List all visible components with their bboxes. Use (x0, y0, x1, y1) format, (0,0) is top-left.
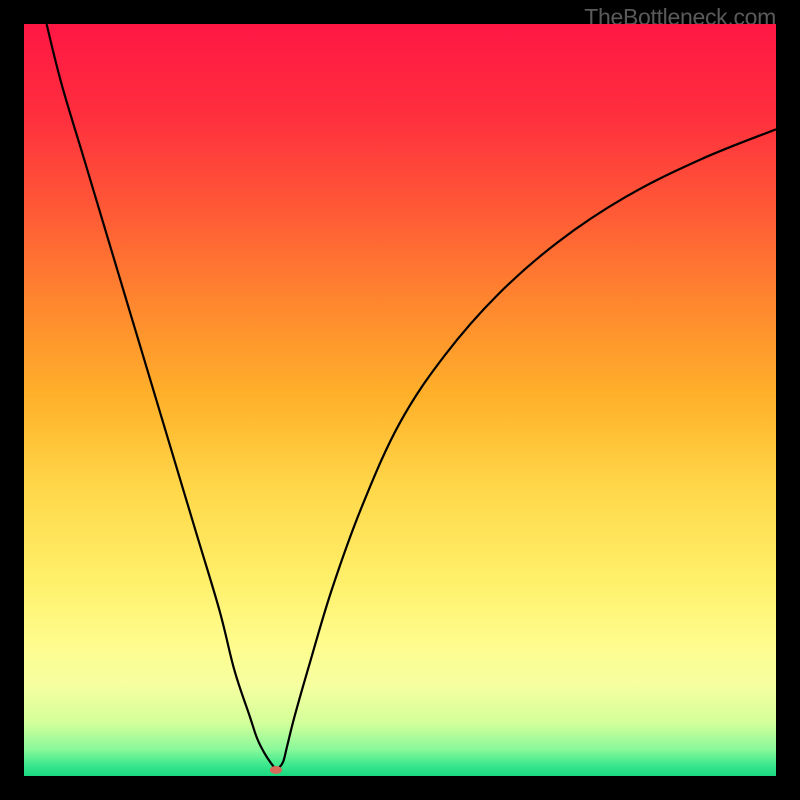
optimal-marker (270, 766, 282, 774)
gradient-background (24, 24, 776, 776)
bottleneck-chart (24, 24, 776, 776)
chart-frame (24, 24, 776, 776)
